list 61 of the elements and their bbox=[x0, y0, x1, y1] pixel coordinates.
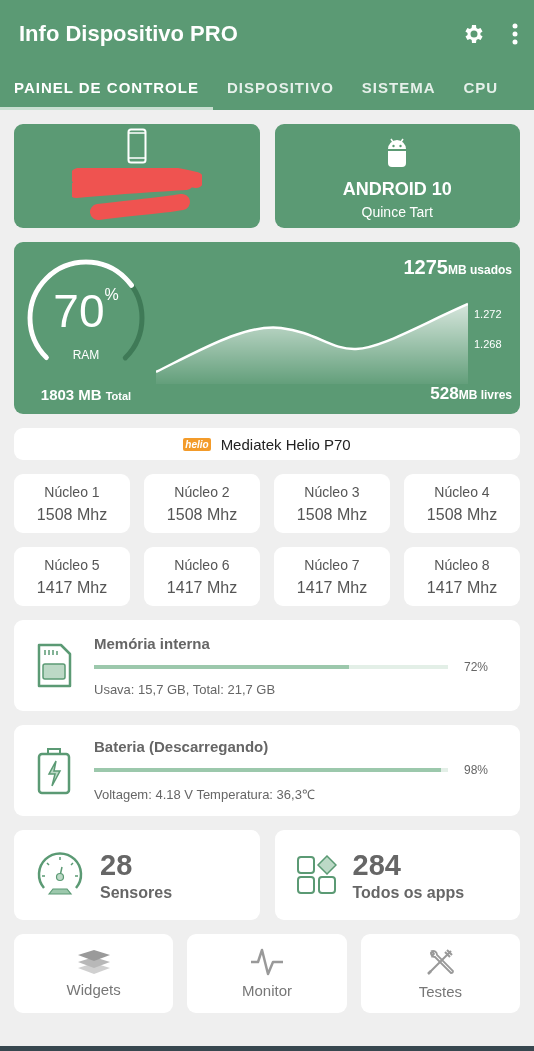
apps-grid-icon bbox=[296, 855, 337, 895]
count: 284 bbox=[352, 848, 402, 882]
tab[interactable]: DISPOSITIVO bbox=[212, 68, 348, 110]
battery-card[interactable]: Bateria (Descarregando) 98% Voltagem: 4.18 V Temperatura: 36,3℃ bbox=[14, 725, 520, 816]
chipset-name: Mediatek Helio P70 bbox=[220, 435, 351, 453]
sensors-card[interactable]: 28 Sensores bbox=[14, 830, 260, 920]
tab[interactable]: PAINEL DE CONTROLE bbox=[0, 68, 213, 110]
core-label: Núcleo 8 bbox=[434, 556, 490, 573]
os-card[interactable]: ANDROID 10 Quince Tart bbox=[274, 124, 520, 228]
ram-label: RAM bbox=[71, 348, 101, 362]
tab[interactable]: CPU bbox=[449, 68, 513, 110]
tests-button[interactable]: Testes bbox=[360, 934, 520, 1013]
core-frequency: 1508 Mhz bbox=[166, 505, 238, 524]
core-frequency: 1508 Mhz bbox=[296, 505, 368, 524]
core-frequency: 1417 Mhz bbox=[296, 578, 368, 597]
ram-percentage: 70$^{%}$ bbox=[52, 284, 120, 338]
ram-card[interactable]: 70$^{%}$ RAM 1803 MB Total 1275MB usados 1.272 1.268 528MB livres bbox=[14, 242, 520, 414]
meter-details: Usava: 15,7 GB, Total: 21,7 GB bbox=[94, 681, 277, 697]
core-label: Núcleo 2 bbox=[174, 483, 230, 500]
meter-title: Memória interna bbox=[94, 634, 211, 652]
more-menu-icon[interactable] bbox=[512, 23, 518, 45]
ram-total: 1803 MB Total bbox=[40, 386, 132, 403]
axis-label: 1.272 bbox=[474, 308, 503, 320]
tools-icon bbox=[425, 947, 456, 977]
pulse-icon bbox=[250, 948, 284, 976]
chipset-logo: helio bbox=[183, 437, 211, 451]
battery-icon bbox=[36, 746, 72, 795]
android-version: ANDROID 10 bbox=[342, 178, 452, 200]
meter-percentage: 72% bbox=[464, 659, 490, 674]
apps-card[interactable]: 284 Todos os apps bbox=[274, 830, 520, 920]
monitor-button[interactable]: Monitor bbox=[187, 934, 347, 1013]
core-label: Núcleo 7 bbox=[304, 556, 360, 573]
core-frequency: 1508 Mhz bbox=[426, 505, 498, 524]
core-frequency: 1417 Mhz bbox=[166, 578, 238, 597]
count-label: Sensores bbox=[100, 883, 173, 902]
core-frequency: 1417 Mhz bbox=[36, 578, 108, 597]
core-label: Núcleo 4 bbox=[434, 483, 490, 500]
count: 28 bbox=[100, 848, 134, 882]
chipset-banner[interactable]: helio Mediatek Helio P70 bbox=[14, 428, 520, 460]
speedometer-icon bbox=[36, 852, 84, 898]
meter-percentage: 98% bbox=[464, 763, 490, 777]
storage-card[interactable]: Memória interna 72% Usava: 15,7 GB, Total: 21,7 GB bbox=[14, 620, 520, 711]
ram-used: 1275MB usados bbox=[403, 256, 512, 279]
layers-icon bbox=[76, 949, 111, 975]
core-label: Núcleo 3 bbox=[304, 483, 360, 500]
core-frequency: 1508 Mhz bbox=[36, 505, 108, 524]
app-title: Info Dispositivo PRO bbox=[19, 21, 239, 47]
count-label: Todos os apps bbox=[352, 883, 465, 902]
core-label: Núcleo 5 bbox=[44, 556, 100, 573]
meter-details: Voltagem: 4.18 V Temperatura: 36,3℃ bbox=[94, 786, 316, 803]
axis-label: 1.268 bbox=[474, 338, 503, 350]
widgets-button[interactable]: Widgets bbox=[14, 934, 174, 1013]
sd-card-icon bbox=[36, 642, 72, 689]
ram-free: 528MB livres bbox=[430, 384, 512, 404]
smartphone-icon bbox=[126, 128, 147, 164]
core-label: Núcleo 6 bbox=[174, 556, 230, 573]
meter-title: Bateria (Descarregando) bbox=[94, 738, 270, 755]
core-frequency: 1417 Mhz bbox=[426, 578, 498, 597]
core-label: Núcleo 1 bbox=[44, 483, 100, 500]
tab[interactable]: SISTEMA bbox=[347, 68, 450, 110]
android-codename: Quince Tart bbox=[361, 203, 433, 220]
